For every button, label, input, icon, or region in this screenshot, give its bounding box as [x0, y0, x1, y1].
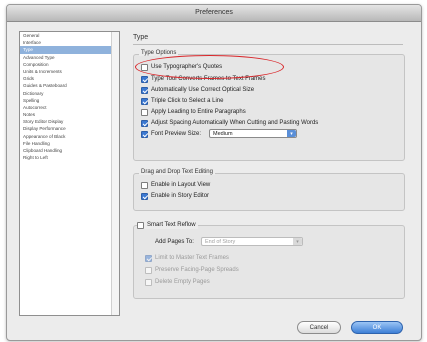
- checkbox-optical-size[interactable]: [141, 86, 148, 94]
- sidebar-item-general[interactable]: General: [20, 32, 119, 39]
- option-font-preview[interactable]: Font Preview Size:: [141, 130, 201, 138]
- sidebar-item-dictionary[interactable]: Dictionary: [20, 90, 119, 97]
- sidebar-item-autocorrect[interactable]: Autocorrect: [20, 104, 119, 111]
- highlight-ring-annotation: [135, 55, 284, 79]
- option-label: Triple Click to Select a Line: [151, 98, 224, 104]
- checkbox-triple-click[interactable]: [141, 97, 148, 105]
- option-label: Delete Empty Pages: [155, 279, 210, 285]
- option-label: Enable in Layout View: [151, 182, 211, 188]
- option-apply-leading[interactable]: Apply Leading to Entire Paragraphs: [141, 108, 246, 116]
- checkbox-apply-leading[interactable]: [141, 108, 148, 116]
- chevron-down-icon: ▾: [293, 238, 302, 245]
- sidebar-item-display-performance[interactable]: Display Performance: [20, 125, 119, 132]
- smart-reflow-label: Smart Text Reflow: [147, 222, 196, 228]
- option-optical-size[interactable]: Automatically Use Correct Optical Size: [141, 86, 254, 94]
- checkbox-limit-master-frames[interactable]: [145, 254, 152, 262]
- chevron-down-icon: ▾: [287, 130, 296, 137]
- sidebar-item-advanced-type[interactable]: Advanced Type: [20, 54, 119, 61]
- section-title: Type: [133, 34, 149, 41]
- type-options-label: Type Options: [139, 50, 179, 56]
- option-label: Adjust Spacing Automatically When Cuttin…: [151, 120, 319, 126]
- option-triple-click[interactable]: Triple Click to Select a Line: [141, 97, 223, 105]
- sidebar-item-file-handling[interactable]: File Handling: [20, 140, 119, 147]
- option-label: Apply Leading to Entire Paragraphs: [151, 109, 246, 115]
- sidebar-item-composition[interactable]: Composition: [20, 61, 119, 68]
- ok-button[interactable]: OK: [351, 321, 403, 334]
- option-delete-empty-pages[interactable]: Delete Empty Pages: [145, 278, 210, 286]
- preferences-category-list[interactable]: General Interface Type Advanced Type Composi…: [19, 31, 120, 316]
- option-label: Automatically Use Correct Optical Size: [151, 87, 255, 93]
- add-pages-select[interactable]: End of Story ▾: [201, 237, 303, 246]
- sidebar-item-grids[interactable]: Grids: [20, 75, 119, 82]
- font-preview-label: Font Preview Size:: [151, 131, 202, 137]
- option-adjust-spacing[interactable]: Adjust Spacing Automatically When Cuttin…: [141, 119, 318, 127]
- checkbox-smart-reflow[interactable]: [137, 221, 144, 229]
- preferences-window: Preferences General Interface Type Advanced…: [6, 4, 422, 341]
- sidebar-item-appearance-of-black[interactable]: Appearance of Black: [20, 133, 119, 140]
- option-label: Enable in Story Editor: [151, 193, 210, 199]
- sidebar-item-units-increments[interactable]: Units & Increments: [20, 68, 119, 75]
- checkbox-font-preview[interactable]: [141, 130, 148, 138]
- option-label: Limit to Master Text Frames: [155, 255, 229, 261]
- type-preferences-panel: Type Type Options Use Typographer's Quot…: [127, 27, 411, 307]
- section-divider: [133, 44, 403, 45]
- option-limit-master-frames[interactable]: Limit to Master Text Frames: [145, 254, 229, 262]
- sidebar-item-notes[interactable]: Notes: [20, 111, 119, 118]
- option-enable-story-editor[interactable]: Enable in Story Editor: [141, 192, 209, 200]
- option-smart-reflow[interactable]: Smart Text Reflow: [137, 221, 198, 229]
- font-preview-size-select[interactable]: Medium ▾: [209, 129, 297, 138]
- checkbox-delete-empty-pages[interactable]: [145, 278, 152, 286]
- sidebar-item-guides-pasteboard[interactable]: Guides & Pasteboard: [20, 82, 119, 89]
- sidebar-item-interface[interactable]: Interface: [20, 39, 119, 46]
- sidebar-item-story-editor-display[interactable]: Story Editor Display: [20, 118, 119, 125]
- option-preserve-facing[interactable]: Preserve Facing-Page Spreads: [145, 266, 239, 274]
- cancel-button[interactable]: Cancel: [297, 321, 341, 334]
- option-label: Preserve Facing-Page Spreads: [155, 267, 239, 273]
- category-items: General Interface Type Advanced Type Composi…: [20, 32, 119, 161]
- add-pages-label: Add Pages To:: [155, 239, 194, 245]
- sidebar-item-type[interactable]: Type: [20, 46, 119, 54]
- checkbox-enable-story-editor[interactable]: [141, 192, 148, 200]
- drag-drop-label: Drag and Drop Text Editing: [139, 169, 215, 175]
- window-title: Preferences: [7, 5, 421, 22]
- option-enable-layout-view[interactable]: Enable in Layout View: [141, 181, 210, 189]
- sidebar-item-clipboard-handling[interactable]: Clipboard Handling: [20, 147, 119, 154]
- sidebar-item-spelling[interactable]: Spelling: [20, 97, 119, 104]
- font-preview-size-value: Medium: [213, 131, 233, 137]
- sidebar-item-right-to-left[interactable]: Right to Left: [20, 154, 119, 161]
- checkbox-preserve-facing[interactable]: [145, 266, 152, 274]
- checkbox-convert-frames[interactable]: [141, 75, 148, 83]
- checkbox-enable-layout-view[interactable]: [141, 181, 148, 189]
- checkbox-adjust-spacing[interactable]: [141, 119, 148, 127]
- add-pages-value: End of Story: [205, 239, 236, 245]
- sidebar-scrollbar[interactable]: [111, 32, 119, 315]
